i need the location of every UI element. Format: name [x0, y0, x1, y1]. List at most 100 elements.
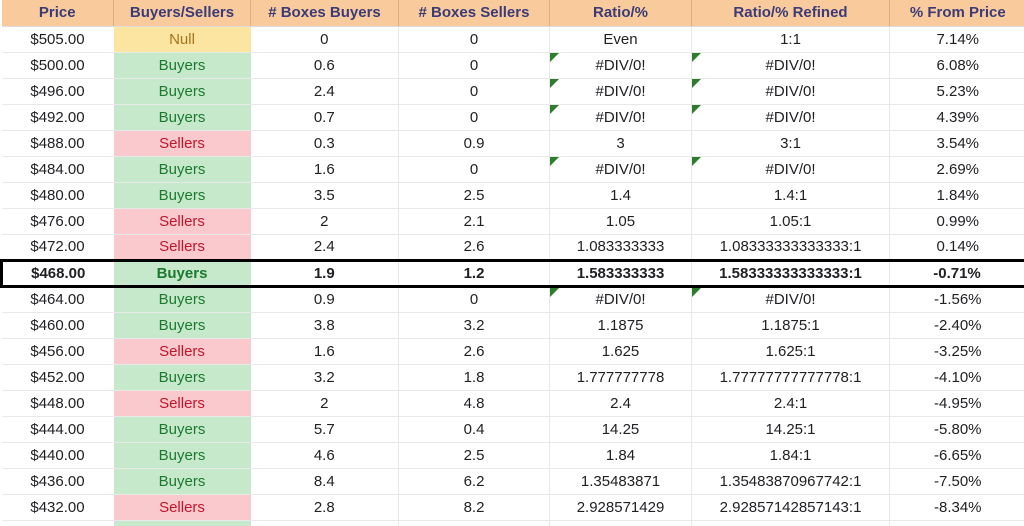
table-row[interactable]: $488.00 Sellers 0.3 0.9 3 3:1 3.54% [1, 130, 1024, 157]
cell-buyers-sellers[interactable]: Buyers [113, 286, 251, 313]
cell-buyers-sellers[interactable]: Buyers [113, 258, 251, 288]
table-row[interactable]: $468.00 Buyers 1.9 1.2 1.583333333 1.58333333… [0, 258, 1024, 288]
cell-ratio[interactable]: 1.05 [549, 208, 692, 235]
cell-ratio-refined[interactable]: 2.4:1 [691, 390, 890, 417]
table-row[interactable]: $496.00 Buyers 2.4 0 #DIV/0! #DIV/0! 5.23% [1, 78, 1024, 105]
cell-ratio-refined-error[interactable]: #DIV/0! [691, 286, 890, 313]
cell-boxes-sellers[interactable]: 2.5 [398, 442, 550, 469]
cell-boxes-sellers[interactable]: 0 [398, 52, 550, 79]
cell-from-price[interactable]: -3.25% [889, 338, 1024, 365]
cell-price[interactable]: $448.00 [1, 390, 114, 417]
cell-buyers-sellers[interactable]: Buyers [113, 442, 251, 469]
cell-ratio-error[interactable]: #DIV/0! [549, 286, 692, 313]
cell-price[interactable]: $476.00 [1, 208, 114, 235]
cell-from-price[interactable]: -6.65% [889, 442, 1024, 469]
column-header-boxes-sellers[interactable]: # Boxes Sellers [398, 0, 550, 27]
cell-from-price[interactable]: 3.54% [889, 130, 1024, 157]
cell-ratio-refined-error[interactable]: #DIV/0! [691, 156, 890, 183]
cell-from-price[interactable]: 7.14% [889, 26, 1024, 53]
cell-boxes-buyers[interactable]: 8.4 [250, 468, 399, 495]
table-row[interactable]: $448.00 Sellers 2 4.8 2.4 2.4:1 -4.95% [1, 390, 1024, 417]
cell-boxes-buyers[interactable]: 0.7 [250, 104, 399, 131]
cell-price[interactable]: $492.00 [1, 104, 114, 131]
cell-ratio-refined[interactable]: 1.05:1 [691, 208, 890, 235]
cell-ratio[interactable]: 1.84 [549, 442, 692, 469]
cell-ratio-refined[interactable]: 1.84:1 [691, 442, 890, 469]
cell-price[interactable]: $488.00 [1, 130, 114, 157]
cell-boxes-buyers[interactable]: 0.3 [250, 130, 399, 157]
cell-boxes-buyers[interactable] [250, 520, 399, 526]
cell-ratio-refined[interactable]: 1.625:1 [691, 338, 890, 365]
cell-ratio-refined[interactable]: 1.58333333333333:1 [691, 258, 890, 288]
cell-boxes-buyers[interactable]: 2 [250, 390, 399, 417]
cell-ratio-error[interactable]: #DIV/0! [549, 156, 692, 183]
cell-ratio-refined[interactable]: 1.77777777777778:1 [691, 364, 890, 391]
cell-ratio[interactable] [549, 520, 692, 526]
cell-boxes-sellers[interactable]: 0 [398, 156, 550, 183]
cell-boxes-sellers[interactable]: 0 [398, 286, 550, 313]
cell-ratio-refined[interactable]: 3:1 [691, 130, 890, 157]
cell-boxes-sellers[interactable]: 0 [398, 104, 550, 131]
cell-buyers-sellers[interactable]: Buyers [113, 182, 251, 209]
table-row[interactable]: $456.00 Sellers 1.6 2.6 1.625 1.625:1 -3.25% [1, 338, 1024, 365]
cell-ratio-refined-error[interactable]: #DIV/0! [691, 104, 890, 131]
cell-price[interactable]: $444.00 [1, 416, 114, 443]
cell-buyers-sellers[interactable]: Buyers [113, 156, 251, 183]
table-row[interactable]: $452.00 Buyers 3.2 1.8 1.777777778 1.77777777… [1, 364, 1024, 391]
cell-boxes-sellers[interactable]: 0.9 [398, 130, 550, 157]
cell-from-price[interactable]: -5.80% [889, 416, 1024, 443]
cell-buyers-sellers[interactable]: Buyers [113, 468, 251, 495]
table-row[interactable]: $460.00 Buyers 3.8 3.2 1.1875 1.1875:1 -2.40% [1, 312, 1024, 339]
cell-boxes-buyers[interactable]: 1.9 [250, 258, 399, 288]
cell-ratio[interactable]: 1.777777778 [549, 364, 692, 391]
cell-buyers-sellers[interactable]: Buyers [113, 78, 251, 105]
cell-boxes-buyers[interactable]: 4.6 [250, 442, 399, 469]
table-row[interactable]: $505.00 Null 0 0 Even 1:1 7.14% [1, 26, 1024, 53]
cell-ratio-refined-error[interactable]: #DIV/0! [691, 78, 890, 105]
column-header-from-price[interactable]: % From Price [889, 0, 1024, 27]
cell-ratio-refined[interactable]: 2.92857142857143:1 [691, 494, 890, 521]
cell-from-price[interactable]: 0.14% [889, 234, 1024, 261]
cell-ratio-refined[interactable]: 14.25:1 [691, 416, 890, 443]
cell-from-price[interactable]: 4.39% [889, 104, 1024, 131]
cell-ratio[interactable]: 2.4 [549, 390, 692, 417]
cell-ratio[interactable]: 2.928571429 [549, 494, 692, 521]
cell-boxes-sellers[interactable]: 3.2 [398, 312, 550, 339]
cell-price[interactable]: $505.00 [1, 26, 114, 53]
cell-from-price[interactable]: -7.50% [889, 468, 1024, 495]
cell-from-price[interactable]: -1.56% [889, 286, 1024, 313]
cell-boxes-sellers[interactable]: 0 [398, 78, 550, 105]
cell-ratio-refined[interactable]: 1.35483870967742:1 [691, 468, 890, 495]
cell-boxes-buyers[interactable]: 0.6 [250, 52, 399, 79]
cell-price[interactable]: $480.00 [1, 182, 114, 209]
cell-boxes-sellers[interactable] [398, 520, 550, 526]
cell-boxes-buyers[interactable]: 0.9 [250, 286, 399, 313]
cell-boxes-sellers[interactable]: 2.6 [398, 234, 550, 261]
cell-from-price[interactable]: -8.34% [889, 494, 1024, 521]
cell-price[interactable] [1, 520, 114, 526]
table-row[interactable]: $436.00 Buyers 8.4 6.2 1.35483871 1.354838709… [1, 468, 1024, 495]
cell-ratio-refined[interactable]: 1.4:1 [691, 182, 890, 209]
cell-price[interactable]: $432.00 [1, 494, 114, 521]
cell-ratio-refined[interactable] [691, 520, 890, 526]
cell-from-price[interactable]: -0.71% [889, 258, 1024, 288]
table-row[interactable]: $464.00 Buyers 0.9 0 #DIV/0! #DIV/0! -1.56% [1, 286, 1024, 313]
cell-buyers-sellers[interactable]: Buyers [113, 52, 251, 79]
cell-boxes-buyers[interactable]: 1.6 [250, 338, 399, 365]
cell-boxes-buyers[interactable]: 2.4 [250, 234, 399, 261]
cell-buyers-sellers[interactable]: Sellers [113, 208, 251, 235]
cell-ratio[interactable]: 1.35483871 [549, 468, 692, 495]
cell-from-price[interactable] [889, 520, 1024, 526]
cell-from-price[interactable]: -4.95% [889, 390, 1024, 417]
cell-from-price[interactable]: 1.84% [889, 182, 1024, 209]
cell-boxes-buyers[interactable]: 2 [250, 208, 399, 235]
cell-from-price[interactable]: 0.99% [889, 208, 1024, 235]
table-row[interactable]: $432.00 Sellers 2.8 8.2 2.928571429 2.9285714… [1, 494, 1024, 521]
cell-ratio-error[interactable]: #DIV/0! [549, 52, 692, 79]
cell-from-price[interactable]: -2.40% [889, 312, 1024, 339]
cell-boxes-sellers[interactable]: 0 [398, 26, 550, 53]
cell-price[interactable]: $484.00 [1, 156, 114, 183]
table-row[interactable]: $484.00 Buyers 1.6 0 #DIV/0! #DIV/0! 2.69% [1, 156, 1024, 183]
cell-boxes-buyers[interactable]: 0 [250, 26, 399, 53]
cell-boxes-sellers[interactable]: 1.2 [398, 258, 550, 288]
